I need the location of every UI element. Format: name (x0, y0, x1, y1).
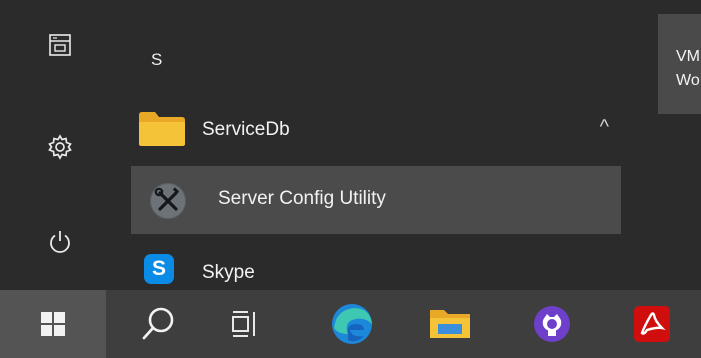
file-explorer-icon (430, 310, 470, 338)
power-icon (50, 231, 70, 253)
skype-icon: S (144, 254, 174, 284)
collapse-chevron-icon[interactable]: ^ (600, 116, 609, 139)
app-skype[interactable]: S Skype (131, 248, 621, 292)
documents-button[interactable] (30, 20, 90, 70)
power-button[interactable] (30, 217, 90, 267)
github-desktop-icon (534, 306, 570, 342)
windows-start-icon (41, 312, 65, 336)
start-button[interactable] (0, 290, 106, 358)
tile-label-line2: Wo (676, 72, 700, 89)
folder-icon (139, 112, 185, 146)
edge-icon (332, 304, 372, 344)
app-label: Server Config Utility (218, 188, 386, 209)
documents-icon (49, 34, 71, 56)
search-icon (142, 307, 174, 340)
task-view-button[interactable] (215, 290, 275, 358)
app-server-config-utility[interactable]: Server Config Utility (131, 166, 621, 234)
acrobat-icon (634, 306, 670, 342)
task-view-icon (232, 311, 255, 337)
start-menu: S ServiceDb ^ Server Config Utility S Sk… (0, 0, 701, 290)
start-rail (0, 0, 110, 290)
tools-icon (150, 183, 186, 219)
folder-servicedb[interactable]: ServiceDb ^ (131, 98, 621, 162)
live-tile[interactable]: VM Wo (658, 14, 701, 114)
file-explorer-button[interactable] (420, 290, 480, 358)
search-button[interactable] (128, 290, 188, 358)
section-letter-header[interactable]: S (151, 50, 162, 70)
edge-button[interactable] (320, 290, 384, 358)
acrobat-button[interactable] (622, 290, 682, 358)
taskbar (0, 290, 701, 358)
folder-label: ServiceDb (202, 119, 290, 140)
settings-icon (48, 134, 72, 160)
tile-label-line1: VM (676, 48, 700, 65)
github-desktop-button[interactable] (522, 290, 582, 358)
settings-button[interactable] (30, 122, 90, 172)
app-label: Skype (202, 262, 255, 283)
